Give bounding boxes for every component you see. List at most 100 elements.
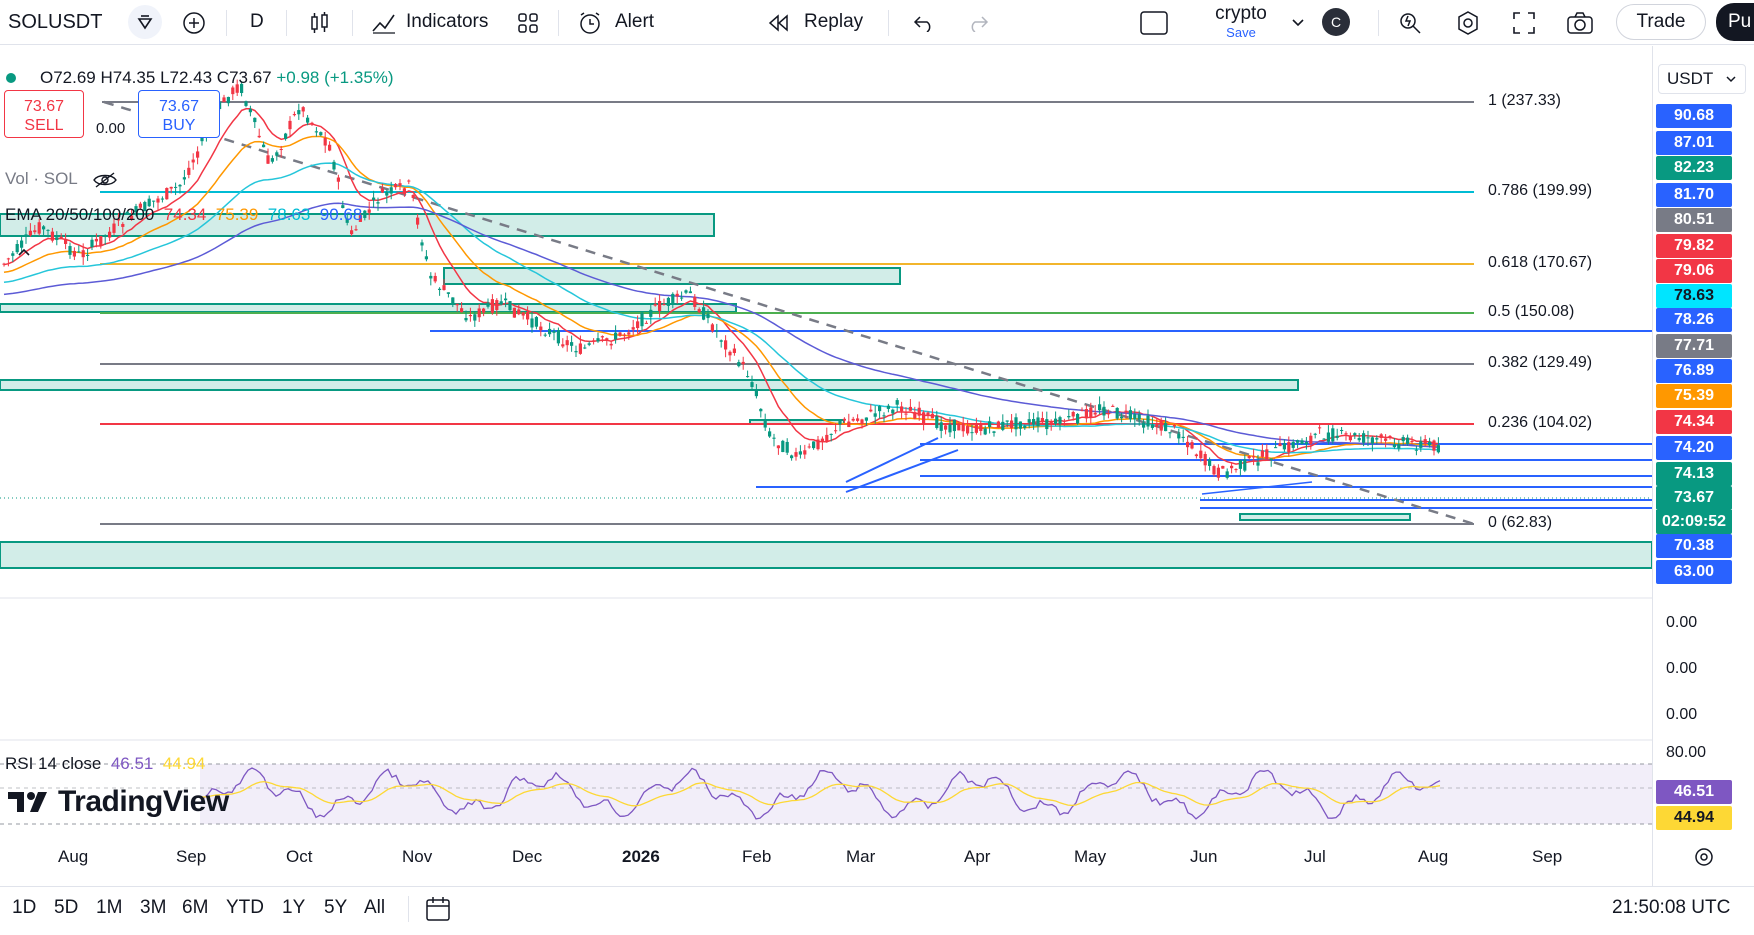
candle-body — [486, 302, 490, 307]
candle-body — [680, 297, 684, 299]
candle-body — [1401, 437, 1405, 442]
date-range-icon[interactable] — [424, 894, 456, 926]
candle-body — [319, 132, 323, 136]
fullscreen-rect-icon[interactable] — [1138, 7, 1170, 39]
range-button-5d[interactable]: 5D — [54, 897, 78, 919]
candle-body — [442, 285, 446, 291]
chevron-down-icon[interactable] — [1282, 7, 1314, 39]
candle-body — [191, 159, 195, 163]
candle-body — [834, 430, 838, 432]
settings-gear-icon[interactable] — [1452, 7, 1484, 39]
indicators-icon[interactable] — [368, 7, 400, 39]
tradingview-logo[interactable]: TradingView — [6, 785, 229, 819]
alert-button[interactable]: Alert — [615, 0, 654, 44]
candle-body — [253, 117, 257, 123]
symbol-search[interactable]: SOLUSDT — [8, 0, 102, 44]
replay-button[interactable]: Replay — [804, 0, 863, 44]
candle-body — [468, 315, 472, 317]
candle-body — [460, 308, 464, 312]
range-button-3m[interactable]: 3M — [140, 897, 166, 919]
rsi-price-label: 46.51 — [1656, 780, 1732, 804]
currency-select[interactable]: USDT — [1658, 64, 1746, 94]
candle-body — [196, 151, 200, 158]
candle-body — [222, 97, 226, 102]
candle-body — [671, 293, 675, 304]
trade-button[interactable]: Trade — [1616, 4, 1706, 40]
broker-icon[interactable] — [128, 5, 162, 39]
market-status-dot — [6, 73, 16, 83]
candle-body — [2, 263, 6, 265]
candle-body — [482, 308, 486, 313]
fullscreen-icon[interactable] — [1508, 7, 1540, 39]
candle-body — [1238, 460, 1242, 469]
candle-body — [178, 184, 182, 187]
price-chart[interactable] — [0, 46, 1652, 886]
candle-body — [781, 440, 785, 453]
candle-body — [1362, 433, 1366, 443]
range-button-1d[interactable]: 1D — [12, 897, 36, 919]
candle-body — [882, 415, 886, 417]
replay-icon[interactable] — [762, 7, 794, 39]
candle-body — [477, 308, 481, 318]
candle-body — [970, 432, 974, 434]
range-button-1m[interactable]: 1M — [96, 897, 122, 919]
candle-body — [556, 330, 560, 344]
candle-body — [732, 348, 736, 354]
layout-name[interactable]: crypto — [1198, 3, 1284, 25]
candle-body — [719, 340, 723, 342]
sell-button[interactable]: 73.67 SELL — [4, 90, 84, 138]
candle-body — [363, 210, 367, 218]
undo-icon[interactable] — [908, 7, 940, 39]
collapse-legend-icon[interactable] — [14, 242, 34, 262]
candle-body — [495, 300, 499, 310]
range-button-all[interactable]: All — [364, 897, 385, 919]
candle-body — [1062, 423, 1066, 426]
range-button-6m[interactable]: 6M — [182, 897, 208, 919]
candle-body — [1304, 442, 1308, 445]
buy-button[interactable]: 73.67 BUY — [138, 90, 220, 138]
candle-body — [1181, 436, 1185, 438]
add-symbol-icon[interactable] — [178, 7, 210, 39]
camera-icon[interactable] — [1564, 7, 1596, 39]
candle-body — [1291, 442, 1295, 448]
candle-body — [636, 321, 640, 329]
candle-body — [1098, 404, 1102, 411]
candle-body — [592, 340, 596, 342]
fib-label-05: 0.5 (150.08) — [1488, 303, 1575, 320]
candle-body — [46, 229, 50, 231]
candle-body — [1265, 449, 1269, 460]
rsi-signal-label: 44.94 — [1656, 806, 1732, 830]
candle-body — [504, 298, 508, 301]
candle-body — [640, 312, 644, 327]
candle-body — [724, 340, 728, 350]
candle-body — [530, 318, 534, 328]
candle-body — [561, 344, 565, 347]
candle-body — [1221, 465, 1225, 469]
layout-save[interactable]: Save — [1198, 25, 1284, 40]
candle-body — [539, 326, 543, 331]
clock[interactable]: 21:50:08 UTC — [1612, 897, 1730, 919]
interval-button[interactable]: D — [250, 0, 264, 44]
candle-body — [1370, 437, 1374, 444]
candle-body — [1344, 433, 1348, 435]
candle-body — [957, 423, 961, 431]
candles-icon[interactable] — [304, 7, 336, 39]
range-button-ytd[interactable]: YTD — [226, 897, 264, 919]
redo-icon[interactable] — [962, 7, 994, 39]
publish-button[interactable]: Pu — [1716, 3, 1754, 41]
candle-body — [1089, 407, 1093, 418]
range-button-5y[interactable]: 5Y — [324, 897, 347, 919]
candle-body — [856, 418, 860, 421]
candle-body — [451, 297, 455, 304]
quick-search-icon[interactable] — [1394, 7, 1426, 39]
indicators-button[interactable]: Indicators — [406, 0, 488, 44]
price-label: 78.26 — [1656, 308, 1732, 332]
axis-settings-icon[interactable] — [1692, 845, 1716, 869]
candle-body — [68, 246, 72, 255]
avatar[interactable]: C — [1322, 8, 1350, 36]
templates-icon[interactable] — [512, 7, 544, 39]
alert-icon[interactable] — [574, 7, 606, 39]
range-button-1y[interactable]: 1Y — [282, 897, 305, 919]
price-label: 74.34 — [1656, 410, 1732, 434]
candle-body — [622, 334, 626, 336]
